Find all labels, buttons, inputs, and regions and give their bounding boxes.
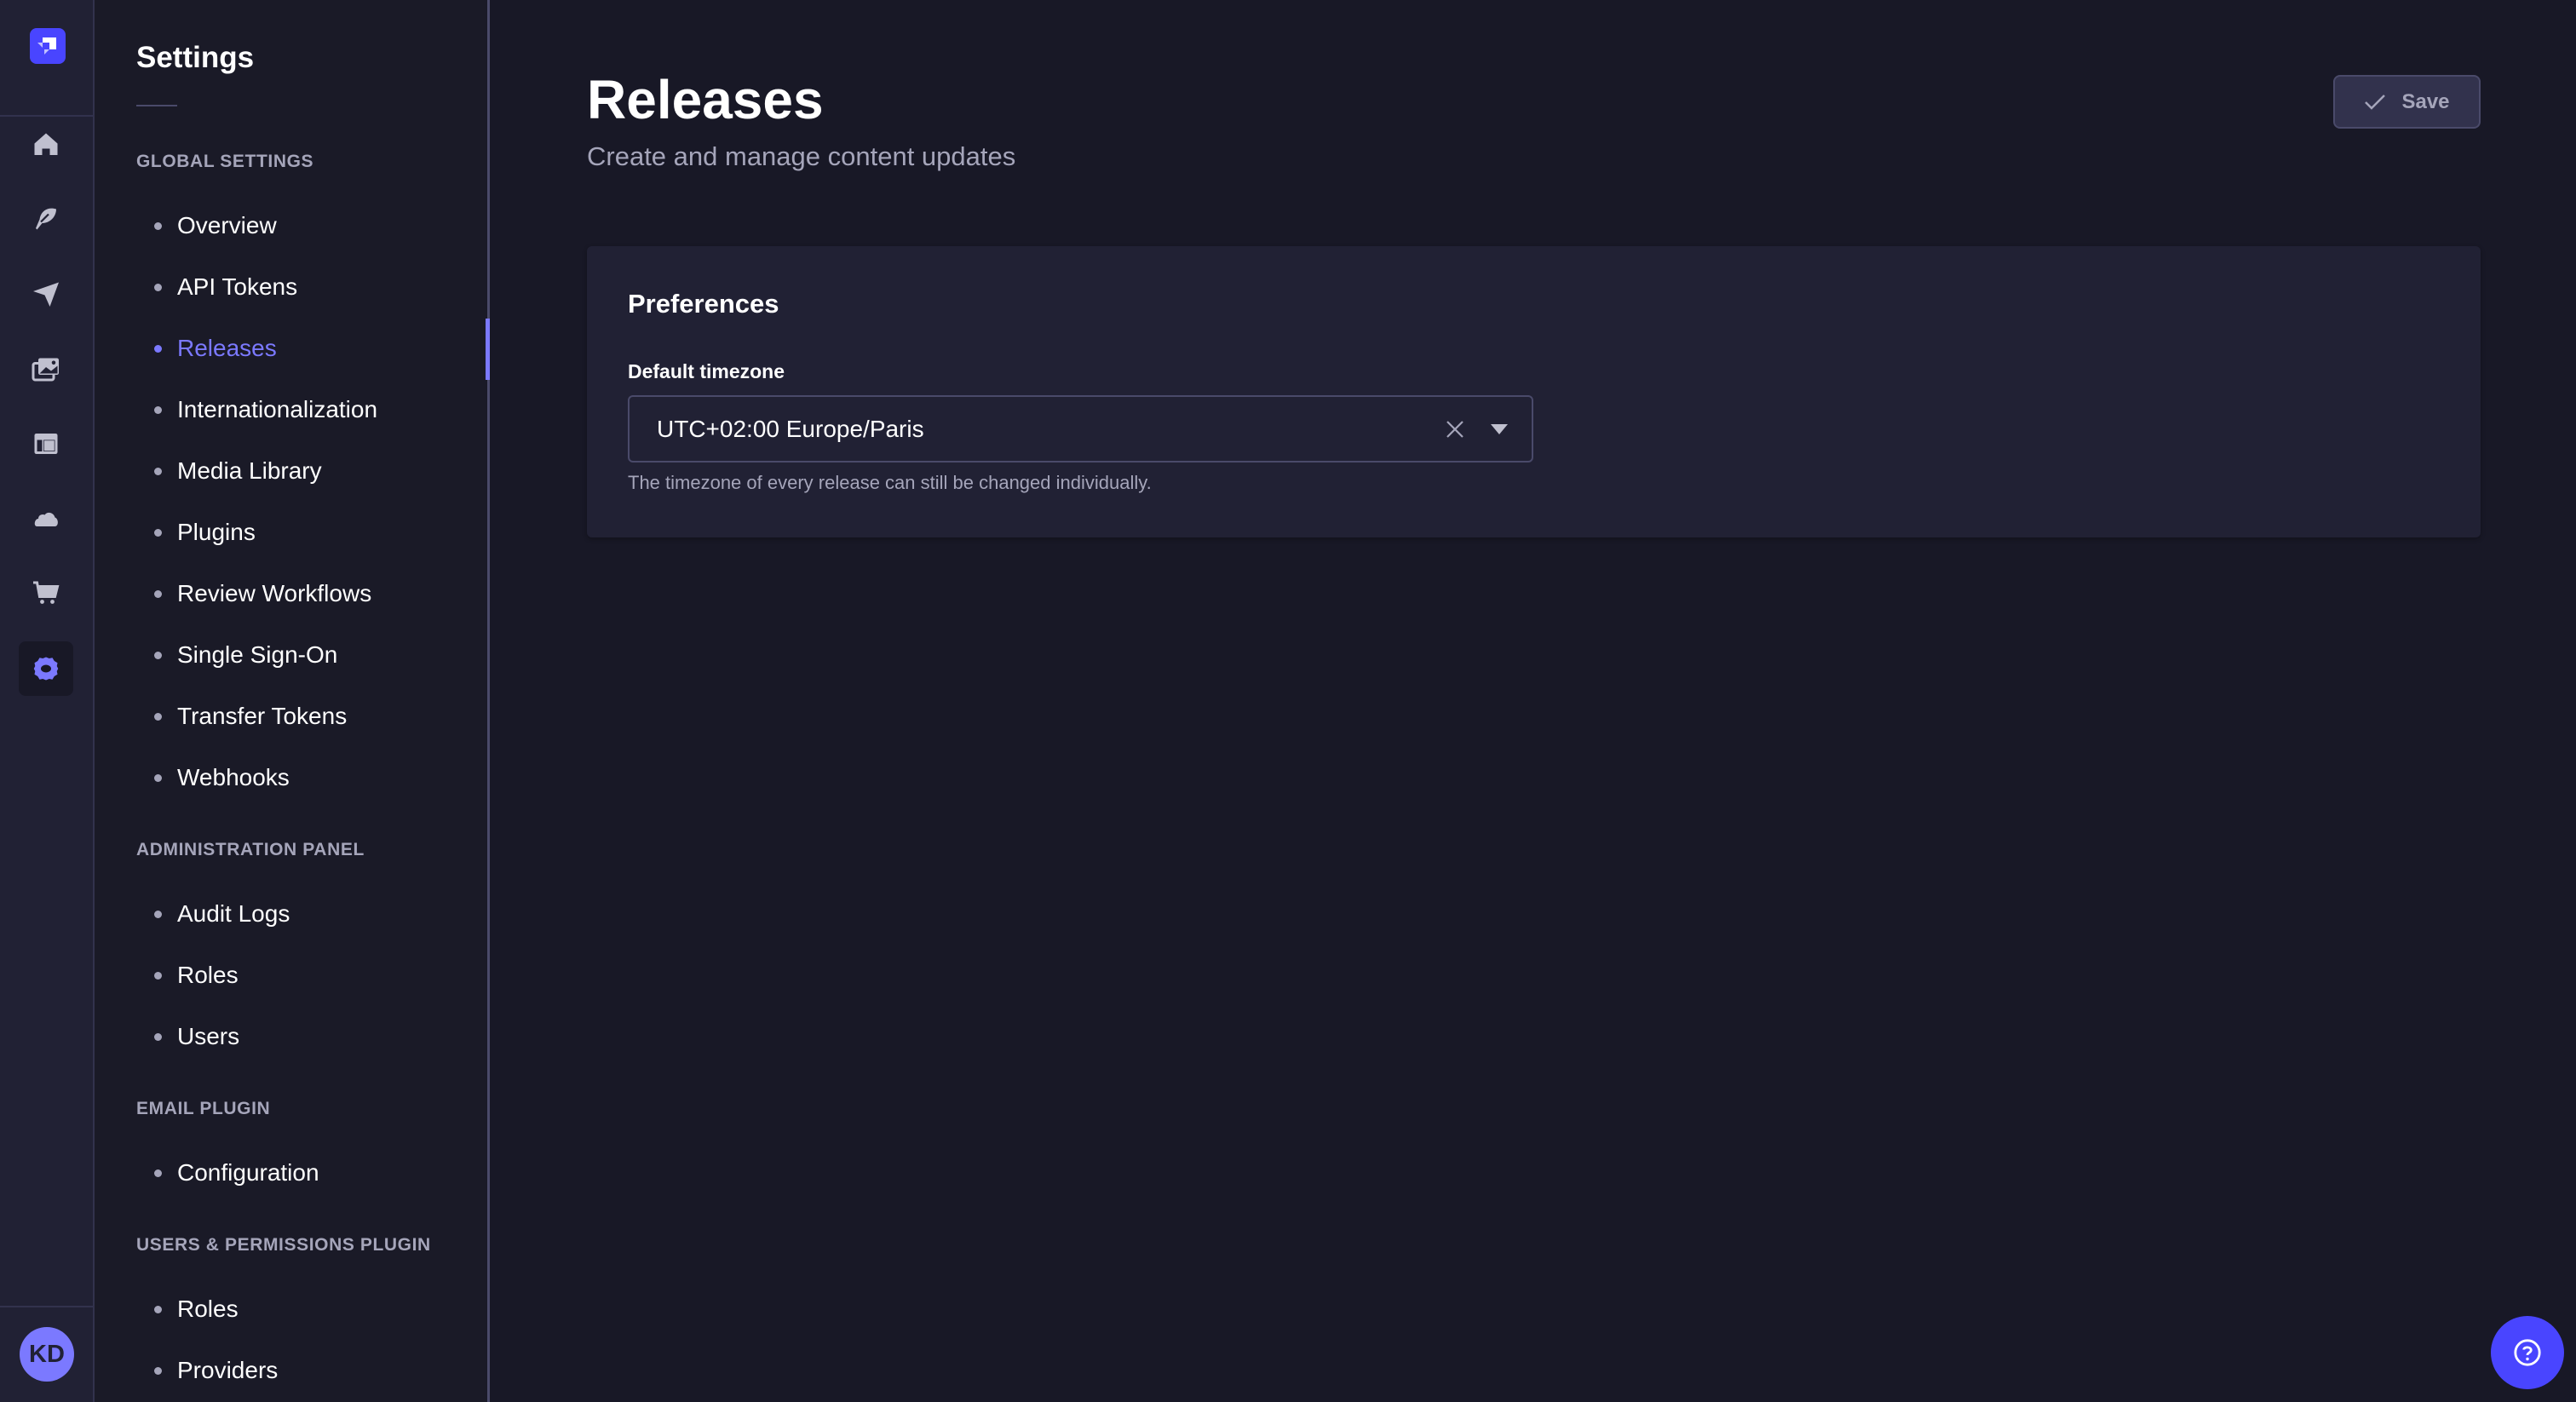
bullet-icon — [154, 467, 162, 475]
bullet-icon — [154, 589, 162, 598]
sidebar-item-single-sign-on[interactable]: Single Sign-On — [149, 633, 481, 677]
nav-marketplace[interactable] — [19, 566, 73, 620]
bullet-icon — [154, 283, 162, 291]
page-title: Releases — [587, 69, 824, 130]
settings-sidebar: Settings GLOBAL SETTINGS Overview API To… — [95, 0, 490, 1402]
cloud-icon — [34, 512, 58, 526]
save-button[interactable]: Save — [2333, 75, 2481, 129]
clear-timezone-button[interactable] — [1440, 414, 1470, 445]
layout-icon — [34, 434, 58, 454]
bullet-icon — [154, 651, 162, 659]
sidebar-item-providers[interactable]: Providers — [149, 1348, 481, 1393]
bullet-icon — [154, 910, 162, 918]
timezone-value: UTC+02:00 Europe/Paris — [657, 415, 924, 442]
app-logo[interactable] — [30, 28, 66, 64]
sidebar-item-review-workflows[interactable]: Review Workflows — [149, 572, 481, 616]
section-administration-panel: ADMINISTRATION PANEL — [136, 840, 365, 859]
sidebar-item-users[interactable]: Users — [149, 1014, 481, 1059]
home-icon — [34, 133, 58, 155]
section-global-settings: GLOBAL SETTINGS — [136, 152, 314, 171]
sidebar-item-email-configuration[interactable]: Configuration — [149, 1151, 481, 1195]
bullet-icon — [154, 1305, 162, 1313]
feather-icon — [36, 208, 56, 230]
section-email-plugin: EMAIL PLUGIN — [136, 1099, 271, 1118]
bullet-icon — [154, 1169, 162, 1177]
shopping-cart-icon — [33, 581, 60, 604]
close-icon — [1446, 420, 1463, 438]
caret-down-icon — [1491, 423, 1508, 434]
nav-settings[interactable] — [19, 641, 73, 696]
preferences-title: Preferences — [628, 289, 779, 319]
active-item-indicator — [486, 319, 490, 380]
sidebar-item-up-roles[interactable]: Roles — [149, 1287, 481, 1331]
timezone-select[interactable]: UTC+02:00 Europe/Paris — [628, 395, 1533, 463]
sidebar-title: Settings — [136, 41, 255, 74]
sidebar-item-internationalization[interactable]: Internationalization — [149, 388, 481, 432]
sidebar-item-overview[interactable]: Overview — [149, 204, 481, 248]
sidebar-item-media-library[interactable]: Media Library — [149, 449, 481, 493]
sidebar-item-audit-logs[interactable]: Audit Logs — [149, 892, 481, 936]
gear-icon — [33, 657, 59, 681]
help-button[interactable] — [2491, 1316, 2564, 1389]
rail-divider — [0, 115, 93, 117]
timezone-label: Default timezone — [628, 360, 785, 382]
images-icon — [32, 358, 59, 382]
nav-content-type-builder[interactable] — [19, 417, 73, 471]
nav-deploy[interactable] — [19, 491, 73, 546]
bullet-icon — [154, 221, 162, 230]
preferences-card: Preferences Default timezone UTC+02:00 E… — [587, 246, 2481, 537]
nav-media-library[interactable] — [19, 342, 73, 397]
sidebar-item-plugins[interactable]: Plugins — [149, 510, 481, 554]
nav-content-manager[interactable] — [19, 191, 73, 245]
rail-divider-bottom — [0, 1306, 93, 1307]
sidebar-title-rule — [136, 105, 177, 106]
bullet-icon — [154, 971, 162, 980]
sidebar-item-transfer-tokens[interactable]: Transfer Tokens — [149, 694, 481, 738]
page-subtitle: Create and manage content updates — [587, 141, 1016, 171]
sidebar-item-admin-roles[interactable]: Roles — [149, 953, 481, 997]
logo-icon — [37, 37, 56, 55]
question-circle-icon — [2514, 1339, 2541, 1366]
bullet-icon — [154, 773, 162, 782]
main-content: Releases Create and manage content updat… — [492, 0, 2576, 1402]
bullet-icon — [154, 344, 162, 353]
section-users-permissions-plugin: USERS & PERMISSIONS PLUGIN — [136, 1235, 431, 1255]
timezone-hint: The timezone of every release can still … — [628, 472, 1152, 493]
nav-releases[interactable] — [19, 267, 73, 321]
paper-plane-icon — [33, 282, 59, 307]
timezone-dropdown-toggle[interactable] — [1484, 414, 1515, 445]
sidebar-item-api-tokens[interactable]: API Tokens — [149, 265, 481, 309]
bullet-icon — [154, 405, 162, 414]
user-avatar[interactable]: KD — [20, 1327, 74, 1382]
check-icon — [2365, 94, 2386, 110]
bullet-icon — [154, 1032, 162, 1041]
main-nav-rail: KD — [0, 0, 95, 1402]
bullet-icon — [154, 712, 162, 721]
bullet-icon — [154, 528, 162, 537]
nav-home[interactable] — [19, 118, 73, 172]
bullet-icon — [154, 1366, 162, 1375]
sidebar-item-webhooks[interactable]: Webhooks — [149, 756, 481, 800]
sidebar-item-releases[interactable]: Releases — [149, 326, 481, 371]
